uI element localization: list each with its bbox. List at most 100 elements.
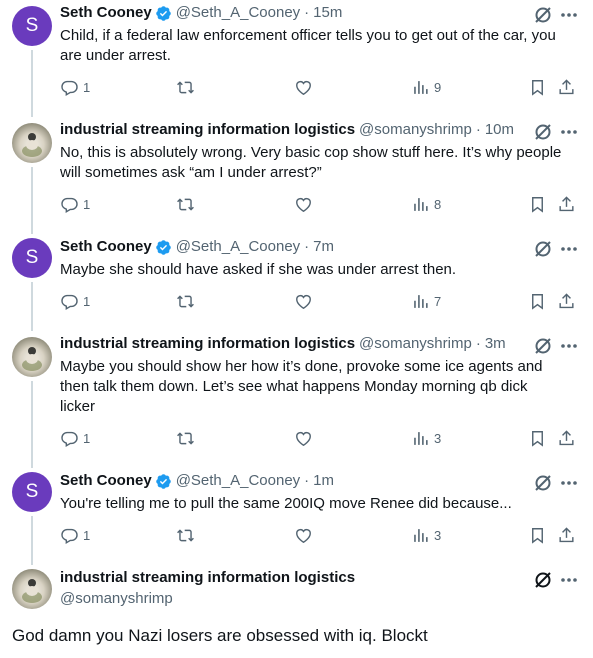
- like-button[interactable]: [294, 429, 313, 448]
- share-button[interactable]: [557, 78, 576, 97]
- bookmark-button[interactable]: [528, 429, 547, 448]
- retweet-button[interactable]: [176, 195, 195, 214]
- bookmark-button[interactable]: [528, 292, 547, 311]
- grok-icon[interactable]: [533, 239, 553, 259]
- tweet-text: You're telling me to pull the same 200IQ…: [60, 495, 512, 512]
- timestamp[interactable]: 15m: [313, 3, 342, 23]
- views-button[interactable]: 3: [411, 429, 441, 448]
- tweet[interactable]: S Seth Cooney @Seth_A_Cooney · 15m Child…: [0, 0, 593, 117]
- more-icon[interactable]: [559, 570, 579, 590]
- grok-icon[interactable]: [533, 122, 553, 142]
- grok-icon[interactable]: [533, 570, 553, 590]
- bookmark-button[interactable]: [528, 195, 547, 214]
- tweet-text: Maybe she should have asked if she was u…: [60, 261, 457, 278]
- share-button[interactable]: [557, 195, 576, 214]
- more-icon[interactable]: [559, 239, 579, 259]
- author-name[interactable]: Seth Cooney: [60, 3, 152, 23]
- views-icon: [414, 198, 428, 211]
- thread-line: [31, 381, 33, 468]
- bookmark-button[interactable]: [528, 78, 547, 97]
- author-name[interactable]: Seth Cooney: [60, 237, 152, 257]
- avatar[interactable]: [12, 337, 52, 377]
- main-tweet[interactable]: industrial streaming information logisti…: [0, 565, 593, 658]
- reply-icon: [61, 80, 78, 97]
- more-icon[interactable]: [559, 5, 579, 25]
- share-button[interactable]: [557, 429, 576, 448]
- share-button[interactable]: [557, 292, 576, 311]
- reply-button[interactable]: 1: [60, 195, 90, 214]
- tweet-header: Seth Cooney @Seth_A_Cooney · 7m: [60, 237, 334, 257]
- avatar[interactable]: S: [12, 6, 52, 46]
- views-button[interactable]: 7: [411, 292, 441, 311]
- retweet-icon: [177, 198, 194, 211]
- tweet[interactable]: industrial streaming information logisti…: [0, 331, 593, 468]
- like-icon: [296, 197, 311, 213]
- retweet-button[interactable]: [176, 78, 195, 97]
- avatar[interactable]: [12, 123, 52, 163]
- grok-icon[interactable]: [533, 473, 553, 493]
- verified-badge-icon: [155, 473, 171, 489]
- bookmark-button[interactable]: [528, 526, 547, 545]
- tweet[interactable]: industrial streaming information logisti…: [0, 117, 593, 234]
- retweet-button[interactable]: [176, 526, 195, 545]
- retweet-button[interactable]: [176, 292, 195, 311]
- author-name[interactable]: industrial streaming information logisti…: [60, 120, 355, 140]
- views-button[interactable]: 8: [411, 195, 441, 214]
- avatar[interactable]: S: [12, 238, 52, 278]
- retweet-button[interactable]: [176, 429, 195, 448]
- retweet-icon: [177, 81, 194, 94]
- like-button[interactable]: [294, 78, 313, 97]
- timestamp[interactable]: 10m: [485, 120, 514, 140]
- grok-icon[interactable]: [533, 336, 553, 356]
- reply-count: 1: [83, 431, 91, 446]
- author-handle-row: @somanyshrimp: [60, 589, 173, 609]
- avatar[interactable]: [12, 569, 52, 609]
- author-handle[interactable]: @Seth_A_Cooney: [176, 237, 300, 257]
- author-name[interactable]: Seth Cooney: [60, 471, 152, 491]
- tweet-actions: 1 9: [60, 78, 580, 98]
- timestamp[interactable]: 7m: [313, 237, 334, 257]
- author-name[interactable]: industrial streaming information logisti…: [60, 568, 355, 588]
- like-icon: [296, 431, 311, 447]
- tweet[interactable]: S Seth Cooney @Seth_A_Cooney · 1m You're…: [0, 468, 593, 565]
- views-icon: [414, 295, 428, 308]
- tweet-header: Seth Cooney @Seth_A_Cooney · 1m: [60, 471, 334, 491]
- more-icon[interactable]: [559, 122, 579, 142]
- separator-dot: ·: [304, 238, 310, 255]
- tweet-header: Seth Cooney @Seth_A_Cooney · 15m: [60, 3, 342, 23]
- separator-dot: ·: [304, 4, 310, 21]
- reply-button[interactable]: 1: [60, 526, 90, 545]
- author-handle[interactable]: @somanyshrimp: [60, 589, 173, 609]
- share-button[interactable]: [557, 526, 576, 545]
- thread-line: [31, 516, 33, 565]
- timestamp[interactable]: 3m: [485, 334, 506, 354]
- like-button[interactable]: [294, 526, 313, 545]
- separator-dot: ·: [475, 121, 481, 138]
- reply-button[interactable]: 1: [60, 429, 90, 448]
- views-count: 8: [434, 197, 442, 212]
- author-handle[interactable]: @Seth_A_Cooney: [176, 3, 300, 23]
- retweet-icon: [177, 529, 194, 542]
- views-icon: [414, 432, 428, 445]
- thread-line: [31, 50, 33, 117]
- author-handle[interactable]: @somanyshrimp: [359, 334, 472, 354]
- reply-button[interactable]: 1: [60, 78, 90, 97]
- tweet-text: No, this is absolutely wrong. Very basic…: [60, 144, 562, 181]
- like-button[interactable]: [294, 292, 313, 311]
- bookmark-icon: [532, 528, 543, 544]
- verified-badge-icon: [155, 5, 171, 21]
- tweet[interactable]: S Seth Cooney @Seth_A_Cooney · 7m Maybe …: [0, 234, 593, 331]
- author-name[interactable]: industrial streaming information logisti…: [60, 334, 355, 354]
- more-icon[interactable]: [559, 336, 579, 356]
- avatar[interactable]: S: [12, 472, 52, 512]
- grok-icon[interactable]: [533, 5, 553, 25]
- reply-button[interactable]: 1: [60, 292, 90, 311]
- views-button[interactable]: 3: [411, 526, 441, 545]
- author-handle[interactable]: @Seth_A_Cooney: [176, 471, 300, 491]
- like-button[interactable]: [294, 195, 313, 214]
- more-icon[interactable]: [559, 473, 579, 493]
- author-handle[interactable]: @somanyshrimp: [359, 120, 472, 140]
- timestamp[interactable]: 1m: [313, 471, 334, 491]
- share-icon: [559, 79, 574, 95]
- views-button[interactable]: 9: [411, 78, 441, 97]
